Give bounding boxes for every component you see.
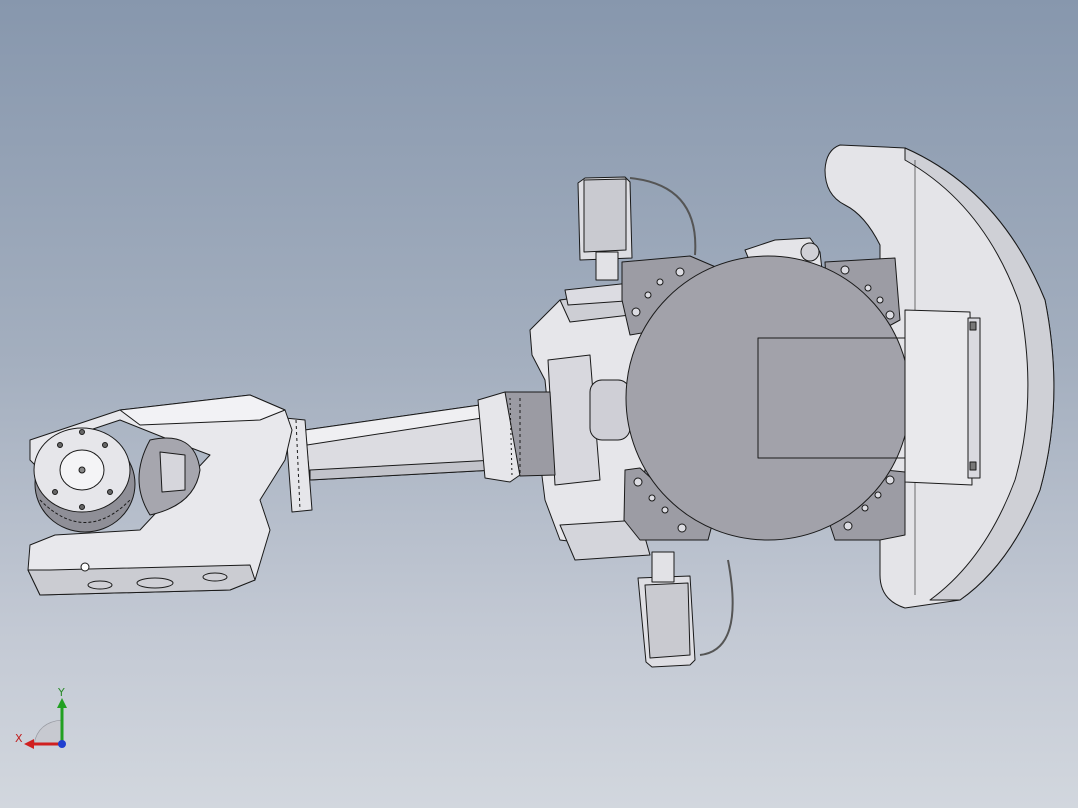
x-axis-label: X xyxy=(15,732,23,745)
wrist-tool-flange[interactable] xyxy=(33,427,136,533)
y-axis-label: Y xyxy=(58,686,65,699)
cad-viewport[interactable]: Y X xyxy=(0,0,1078,808)
robot-arm-model[interactable] xyxy=(0,0,1078,808)
y-axis-arrowhead-icon xyxy=(57,698,67,708)
bottom-motor[interactable] xyxy=(637,551,734,668)
base-turntable-disc[interactable] xyxy=(625,255,914,541)
triad-plane-icon xyxy=(33,719,63,745)
upper-arm-tube[interactable] xyxy=(304,404,496,481)
x-axis-arrowhead-icon xyxy=(24,739,34,749)
side-mount-block[interactable] xyxy=(904,309,981,486)
shoulder-flange[interactable] xyxy=(477,391,556,483)
z-axis-origin-icon xyxy=(58,740,66,748)
